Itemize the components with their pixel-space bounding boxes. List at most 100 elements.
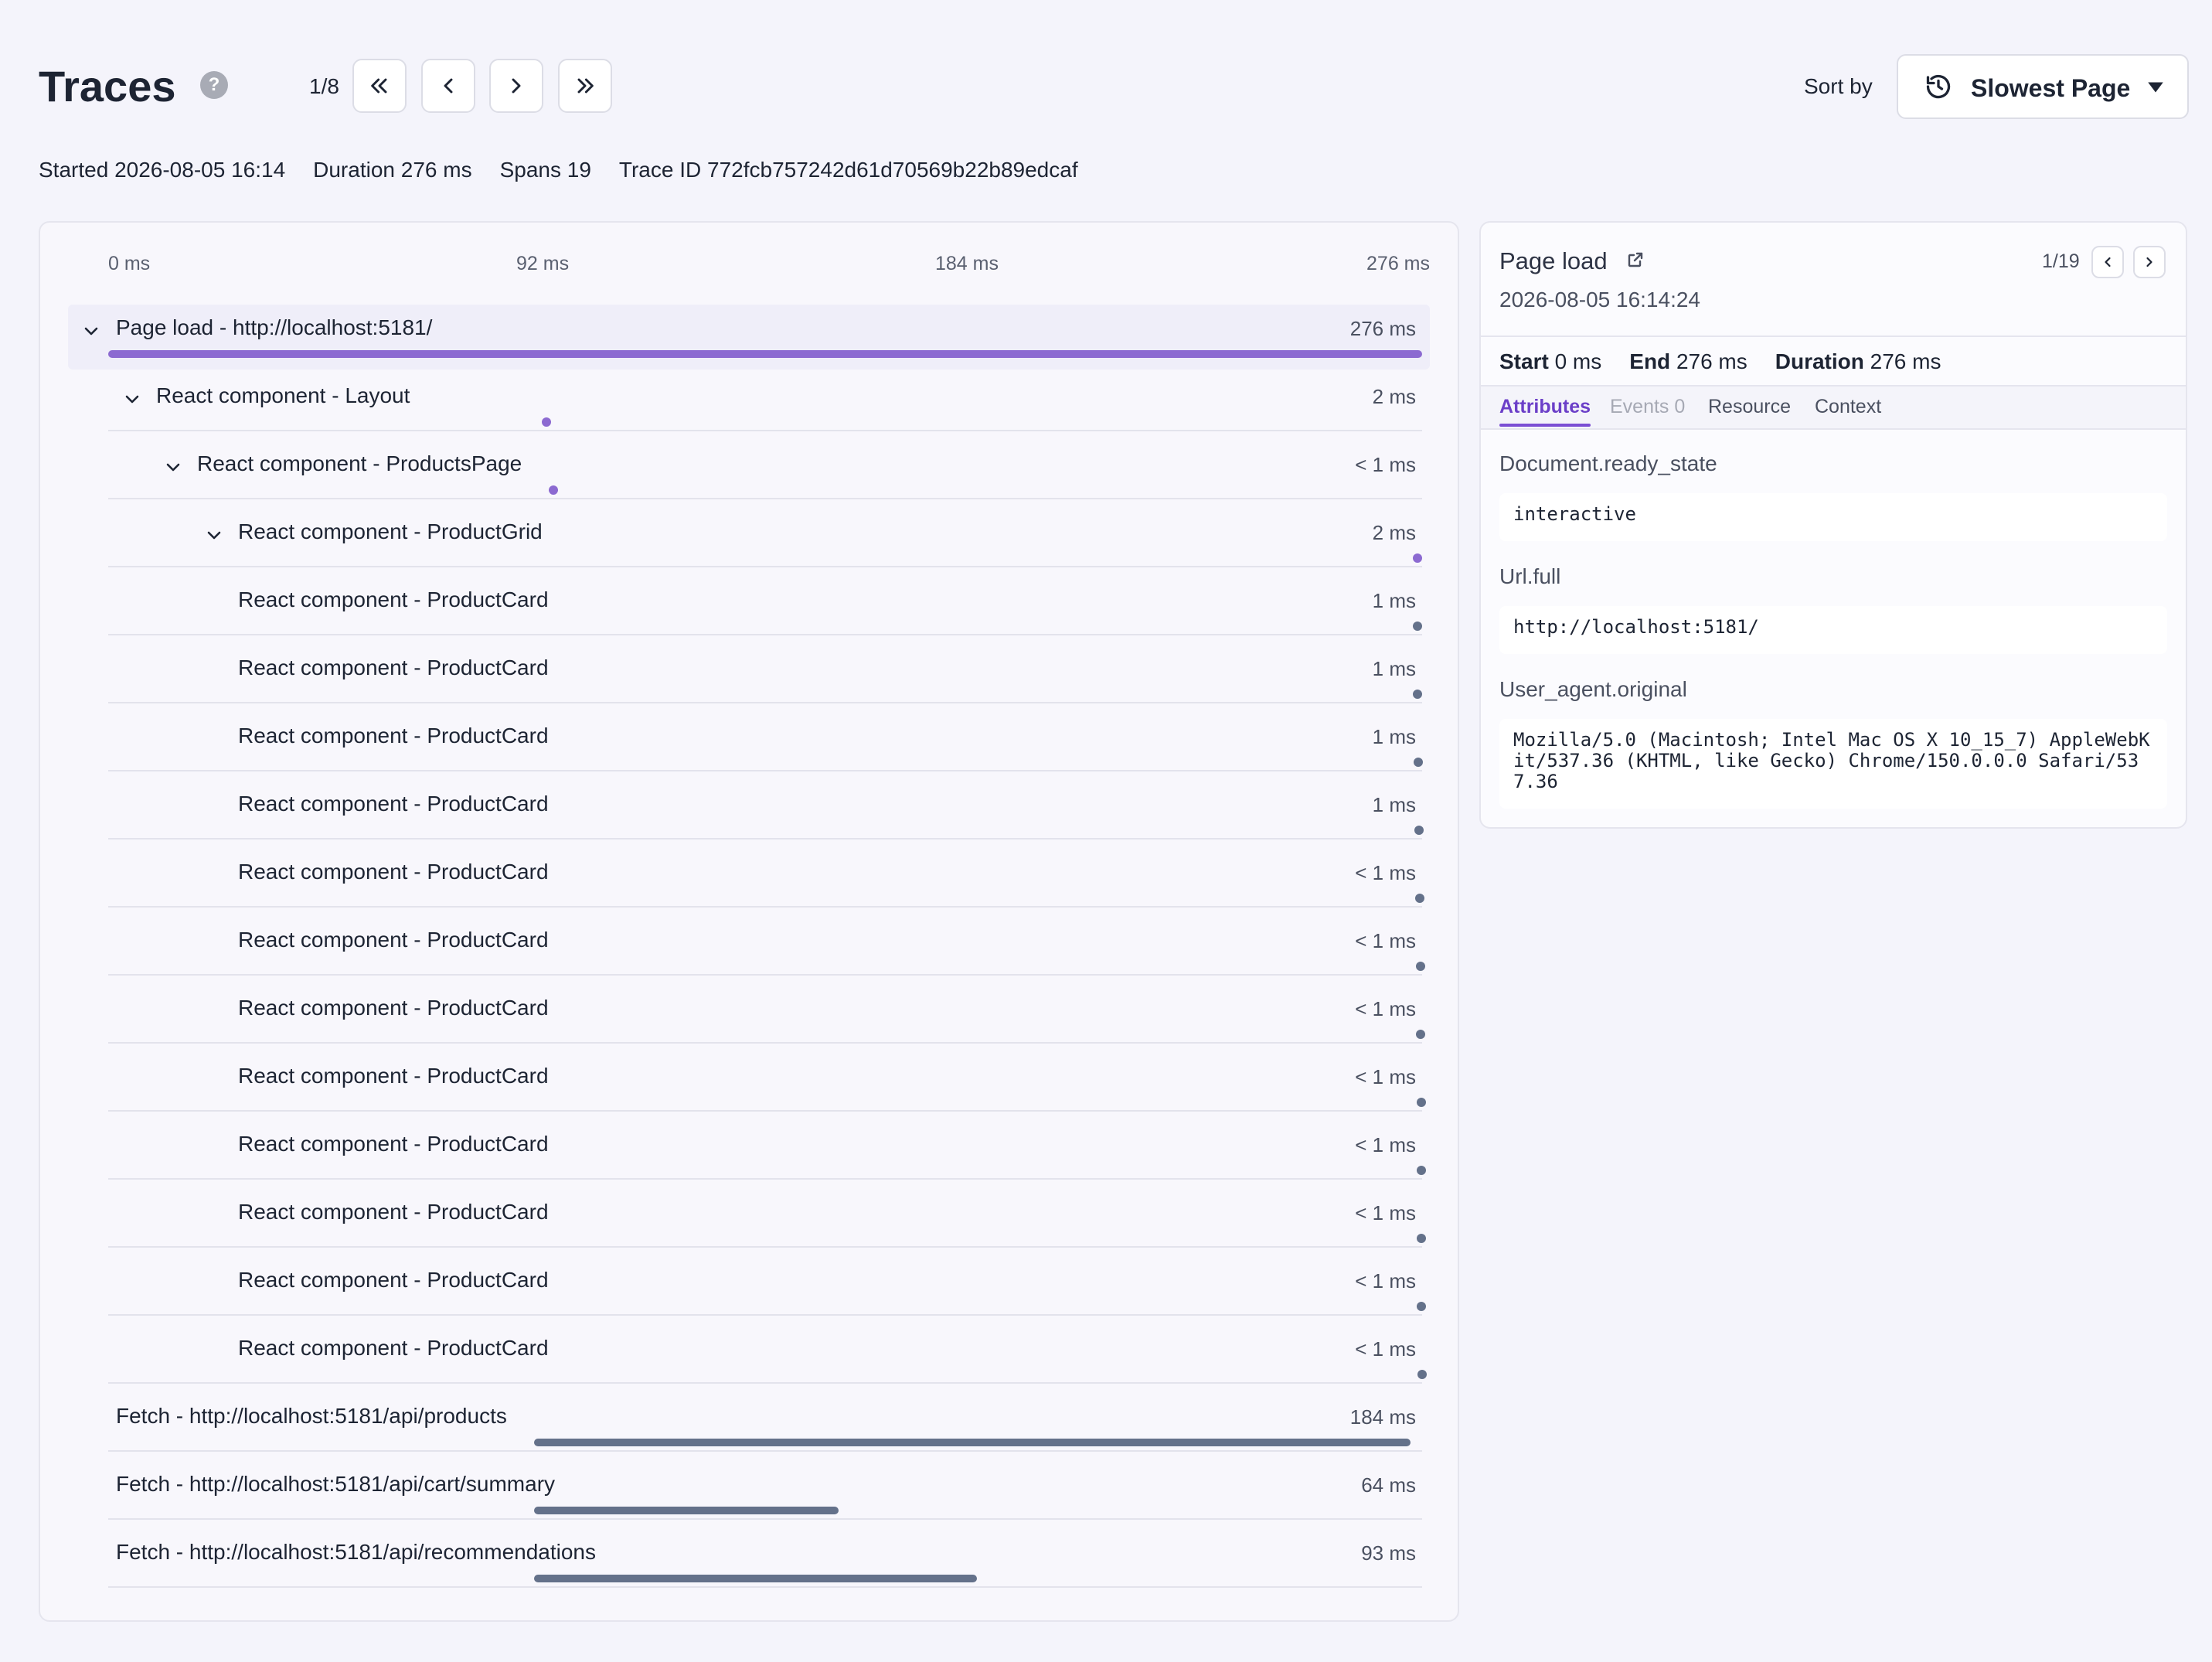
span-marker <box>1412 553 1422 563</box>
next-page-icon <box>512 78 521 94</box>
meta-key: Spans <box>499 158 567 182</box>
attribute-value: http://localhost:5181/ <box>1499 606 2167 654</box>
first-page-button[interactable] <box>352 59 407 113</box>
detail-stats: Start 0 ms End 276 ms Duration 276 ms <box>1499 348 1941 376</box>
row-divider <box>108 566 1422 567</box>
prev-span-button[interactable] <box>2091 246 2124 278</box>
chevron-down-icon[interactable] <box>164 458 182 476</box>
span-marker <box>1414 826 1424 835</box>
meta-key: Duration <box>313 158 401 182</box>
row-divider <box>108 906 1422 908</box>
span-duration: 2 ms <box>1372 385 1416 408</box>
meta-key: Started <box>39 158 115 182</box>
sort-label: Sort by <box>1804 74 1873 98</box>
chevron-down-icon[interactable] <box>123 390 141 408</box>
external-link-icon[interactable] <box>1626 250 1645 269</box>
span-marker <box>1417 1370 1427 1379</box>
row-divider <box>108 1382 1422 1384</box>
last-page-button[interactable] <box>558 59 612 113</box>
first-page-icon <box>371 78 387 94</box>
meta-item: Duration 276 ms <box>313 156 471 184</box>
stat-key: Start <box>1499 349 1555 373</box>
detail-divider <box>1481 428 2186 430</box>
span-duration: 2 ms <box>1372 521 1416 544</box>
span-duration: < 1 ms <box>1355 1269 1416 1292</box>
prev-page-icon <box>444 78 453 94</box>
meta-value: 2026-08-05 16:14 <box>114 158 286 182</box>
span-duration: < 1 ms <box>1355 997 1416 1020</box>
axis-tick-label: 0 ms <box>108 253 151 274</box>
span-duration: 1 ms <box>1372 793 1416 816</box>
row-divider <box>108 1518 1422 1520</box>
span-label: React component - ProductCard <box>238 1064 549 1088</box>
chevron-left-icon <box>2105 257 2111 267</box>
span-marker <box>1415 962 1425 971</box>
span-duration: 1 ms <box>1372 657 1416 680</box>
span-label: React component - ProductCard <box>238 1336 549 1360</box>
axis-tick-label: 276 ms <box>1366 253 1430 274</box>
prev-page-button[interactable] <box>421 59 475 113</box>
span-label: React component - ProductCard <box>238 724 549 748</box>
row-divider <box>108 1246 1422 1248</box>
span-label: Fetch - http://localhost:5181/api/recomm… <box>116 1540 597 1564</box>
span-duration: 1 ms <box>1372 589 1416 612</box>
span-label: React component - ProductCard <box>238 928 549 952</box>
row-divider <box>108 974 1422 976</box>
span-duration: < 1 ms <box>1355 1201 1416 1224</box>
stat-value: 0 ms <box>1554 349 1602 373</box>
span-marker <box>1414 758 1424 767</box>
span-marker <box>1416 1166 1426 1175</box>
attribute-name: Document.ready_state <box>1499 451 1717 475</box>
span-duration: 64 ms <box>1361 1473 1416 1497</box>
span-label: React component - ProductGrid <box>238 519 543 543</box>
row-divider <box>108 1042 1422 1044</box>
span-label: React component - ProductsPage <box>197 451 522 475</box>
row-divider <box>108 1110 1422 1112</box>
detail-timestamp: 2026-08-05 16:14:24 <box>1499 288 1700 312</box>
sort-value: Slowest Page <box>1971 74 2131 102</box>
axis-tick-label: 92 ms <box>516 253 570 274</box>
span-label: React component - ProductCard <box>238 1200 549 1224</box>
span-duration: < 1 ms <box>1355 929 1416 952</box>
attribute-value: Mozilla/5.0 (Macintosh; Intel Mac OS X 1… <box>1499 719 2167 809</box>
history-icon <box>1926 74 1951 99</box>
span-bar <box>108 350 1422 358</box>
chevron-down-icon[interactable] <box>82 322 100 340</box>
span-marker <box>548 485 558 495</box>
span-duration: < 1 ms <box>1355 1065 1416 1088</box>
meta-key: Trace ID <box>618 158 708 182</box>
stat-key: Duration <box>1775 349 1870 373</box>
tab-context[interactable]: Context <box>1815 394 1881 419</box>
span-duration: < 1 ms <box>1355 1133 1416 1156</box>
row-divider <box>108 430 1422 431</box>
span-count: 1/19 <box>2042 250 2080 272</box>
row-divider <box>108 1450 1422 1452</box>
help-icon[interactable]: ? <box>200 71 228 99</box>
axis-tick-label: 184 ms <box>935 253 999 274</box>
span-label: React component - ProductCard <box>238 1132 549 1156</box>
span-label: React component - ProductCard <box>238 860 549 884</box>
span-marker <box>541 417 551 427</box>
span-duration: 1 ms <box>1372 725 1416 748</box>
trace-meta: Started 2026-08-05 16:14 Duration 276 ms S… <box>39 156 1078 184</box>
span-duration: 184 ms <box>1349 1405 1416 1429</box>
next-page-button[interactable] <box>489 59 543 113</box>
span-label: React component - ProductCard <box>238 1268 549 1292</box>
span-label: React component - ProductCard <box>238 656 549 679</box>
span-label: Fetch - http://localhost:5181/api/cart/s… <box>116 1472 556 1496</box>
tab-attributes[interactable]: Attributes <box>1499 394 1591 419</box>
meta-value: 772fcb757242d61d70569b22b89edcaf <box>707 158 1078 182</box>
row-divider <box>108 702 1422 703</box>
chevron-down-icon[interactable] <box>205 526 223 544</box>
next-span-button[interactable] <box>2133 246 2166 278</box>
meta-value: 276 ms <box>400 158 472 182</box>
tab-resource[interactable]: Resource <box>1708 394 1791 419</box>
sort-select[interactable]: Slowest Page <box>1897 54 2189 119</box>
span-label: React component - Layout <box>156 383 410 407</box>
attribute-name: Url.full <box>1499 564 1561 588</box>
stat-item: End 276 ms <box>1629 348 1747 376</box>
span-duration: 93 ms <box>1361 1541 1416 1565</box>
span-label: React component - ProductCard <box>238 587 549 611</box>
tab-events: Events 0 <box>1610 396 1686 417</box>
row-divider <box>108 1586 1422 1588</box>
